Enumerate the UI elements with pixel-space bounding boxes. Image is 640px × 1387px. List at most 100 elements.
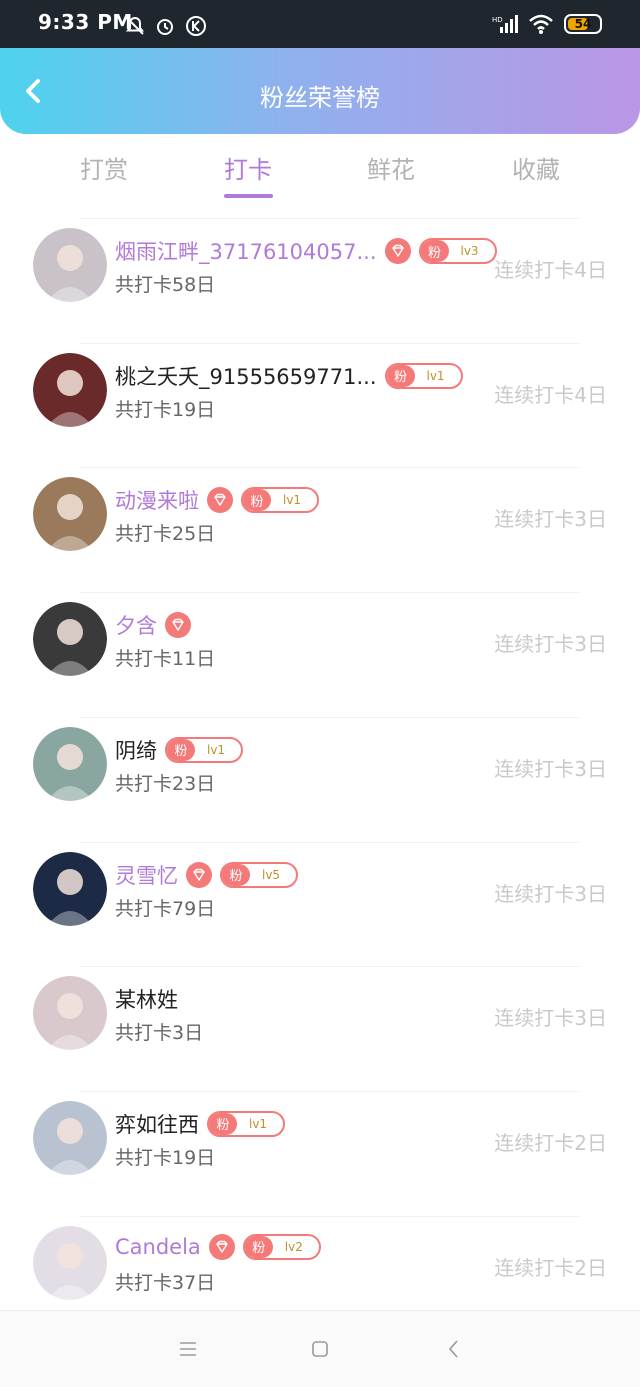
streak-checkins: 连续打卡3日 xyxy=(494,881,607,906)
fan-badge-label: 粉 xyxy=(222,863,250,886)
fan-level: lv1 xyxy=(207,742,226,757)
fan-level: lv3 xyxy=(460,244,479,258)
fan-level: lv1 xyxy=(426,368,445,383)
avatar-image xyxy=(33,602,107,677)
fan-badge-label: 粉 xyxy=(420,240,449,262)
fan-level-badge: 粉 lv1 xyxy=(241,487,320,514)
list-item[interactable]: 夕含共打卡11日 连续打卡3日 xyxy=(0,592,640,717)
list-item[interactable]: 动漫来啦 粉 lv1 共打卡25日 连续打卡3日 xyxy=(0,467,640,592)
avatar[interactable] xyxy=(33,851,107,926)
total-checkins: 共打卡25日 xyxy=(115,523,216,546)
user-name[interactable]: Candela xyxy=(115,1235,201,1259)
system-nav-bar xyxy=(0,1310,640,1387)
k-app-icon xyxy=(186,16,206,36)
streak-checkins: 连续打卡3日 xyxy=(494,756,607,781)
list-item[interactable]: 灵雪忆 粉 lv5 共打卡79日 连续打卡3日 xyxy=(0,841,640,967)
battery-indicator: 54 xyxy=(564,14,602,34)
back-icon[interactable] xyxy=(442,1337,466,1361)
list-item[interactable]: 阴绮粉 lv1 共打卡23日 连续打卡3日 xyxy=(0,716,640,842)
total-checkins: 共打卡79日 xyxy=(115,897,216,920)
name-line: Candela 粉 lv2 xyxy=(115,1233,321,1260)
total-checkins: 共打卡3日 xyxy=(115,1022,204,1045)
tab-collect[interactable]: 收藏 xyxy=(464,150,608,185)
battery-level: 54 xyxy=(574,17,592,31)
page-title: 粉丝荣誉榜 xyxy=(260,84,380,112)
streak-checkins: 连续打卡4日 xyxy=(494,258,607,282)
avatar[interactable] xyxy=(33,352,107,427)
app-header: 粉丝荣誉榜 xyxy=(0,48,640,134)
row-divider xyxy=(80,1215,580,1217)
diamond-icon xyxy=(207,487,233,514)
row-divider xyxy=(80,716,580,718)
list-item[interactable]: 弈如往西粉 lv1 共打卡19日 连续打卡2日 xyxy=(0,1090,640,1216)
fan-badge-label: 粉 xyxy=(243,489,271,512)
total-checkins: 共打卡19日 xyxy=(115,398,216,421)
list-item[interactable]: 桃之夭夭_91555659771... 粉 lv1 共打卡19日 连续打卡4日 xyxy=(0,342,640,468)
user-name[interactable]: 阴绮 xyxy=(115,735,157,765)
avatar-image xyxy=(33,851,107,926)
name-line: 某林姓 xyxy=(115,984,178,1014)
fan-badge-label: 粉 xyxy=(167,738,195,761)
streak-checkins: 连续打卡3日 xyxy=(494,1006,607,1031)
row-divider xyxy=(80,966,580,968)
signal-icon: HD xyxy=(492,15,518,33)
user-name[interactable]: 动漫来啦 xyxy=(115,485,199,515)
avatar-image xyxy=(33,1225,107,1300)
streak-checkins: 连续打卡2日 xyxy=(494,1255,607,1280)
avatar[interactable] xyxy=(33,1225,107,1300)
diamond-icon xyxy=(384,238,411,264)
avatar-image xyxy=(33,726,107,801)
name-line: 灵雪忆 粉 lv5 xyxy=(115,860,299,890)
avatar-image xyxy=(33,228,107,302)
status-right: HD 54 xyxy=(492,13,602,35)
menu-icon[interactable] xyxy=(176,1337,200,1361)
fan-level-badge: 粉 lv2 xyxy=(242,1233,321,1260)
tab-reward[interactable]: 打赏 xyxy=(32,150,176,185)
streak-checkins: 连续打卡4日 xyxy=(494,382,607,407)
avatar[interactable] xyxy=(33,602,107,677)
total-checkins: 共打卡11日 xyxy=(115,648,216,671)
streak-checkins: 连续打卡2日 xyxy=(494,1130,607,1155)
row-divider xyxy=(80,467,580,469)
row-divider xyxy=(80,342,580,344)
fan-badge-label: 粉 xyxy=(386,364,415,387)
user-name[interactable]: 灵雪忆 xyxy=(115,860,178,890)
avatar[interactable] xyxy=(33,228,107,302)
wifi-icon xyxy=(529,14,553,34)
fan-level-badge: 粉 lv1 xyxy=(207,1110,286,1137)
name-line: 烟雨江畔_37176104057... 粉 lv3 xyxy=(115,236,497,266)
avatar[interactable] xyxy=(33,726,107,801)
fan-level: lv2 xyxy=(284,1239,303,1254)
avatar[interactable] xyxy=(33,1100,107,1175)
total-checkins: 共打卡58日 xyxy=(115,274,216,296)
list-item[interactable]: 烟雨江畔_37176104057... 粉 lv3 共打卡58日 连续打卡4日 xyxy=(0,218,640,343)
tab-flowers[interactable]: 鲜花 xyxy=(319,150,463,185)
user-name[interactable]: 烟雨江畔_37176104057... xyxy=(115,236,377,266)
name-line: 桃之夭夭_91555659771... 粉 lv1 xyxy=(115,361,463,391)
total-checkins: 共打卡23日 xyxy=(115,772,216,795)
status-time: 9:33 PM xyxy=(38,10,133,34)
avatar[interactable] xyxy=(33,477,107,552)
row-divider xyxy=(80,218,580,219)
svg-text:HD: HD xyxy=(492,16,503,24)
user-name[interactable]: 桃之夭夭_91555659771... xyxy=(115,361,377,391)
home-icon[interactable] xyxy=(308,1337,332,1361)
list-item[interactable]: 某林姓共打卡3日 连续打卡3日 xyxy=(0,966,640,1091)
name-line: 动漫来啦 粉 lv1 xyxy=(115,485,320,515)
avatar[interactable] xyxy=(33,976,107,1051)
tab-checkin[interactable]: 打卡 xyxy=(176,150,320,185)
fan-level-badge: 粉 lv5 xyxy=(220,861,299,888)
user-name[interactable]: 某林姓 xyxy=(115,984,178,1014)
avatar-image xyxy=(33,976,107,1051)
status-bar: 9:33 PM HD 54 xyxy=(0,0,640,48)
diamond-icon xyxy=(165,612,191,639)
user-name[interactable]: 夕含 xyxy=(115,610,157,640)
fan-level-badge: 粉 lv1 xyxy=(384,362,463,389)
avatar-image xyxy=(33,352,107,427)
user-name[interactable]: 弈如往西 xyxy=(115,1109,199,1139)
streak-checkins: 连续打卡3日 xyxy=(494,632,607,657)
active-tab-indicator xyxy=(224,194,273,198)
diamond-icon xyxy=(186,861,212,888)
fan-badge-label: 粉 xyxy=(209,1112,237,1135)
alarm-icon xyxy=(157,19,173,35)
